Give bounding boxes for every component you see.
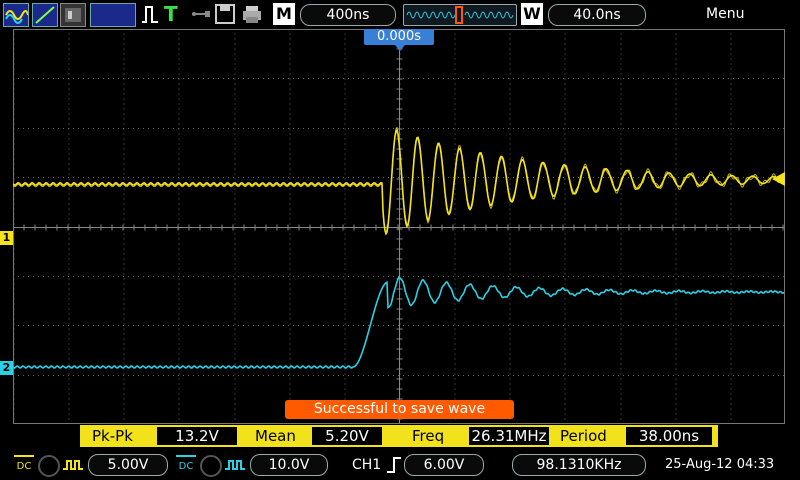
trigger-frequency: 98.1310KHz — [512, 454, 646, 476]
meas-freq-label: Freq — [412, 427, 445, 445]
meas-mean-label: Mean — [255, 427, 296, 445]
trigger-level-marker[interactable] — [772, 172, 785, 186]
trigger-time-value: 0.000s — [377, 29, 421, 44]
ch1-bw-icon[interactable] — [38, 455, 60, 477]
meas-pkpk-value: 13.2V — [157, 427, 237, 445]
ch1-wave-icon[interactable] — [3, 3, 29, 27]
trigger-time-pointer — [395, 45, 405, 51]
waveform-display[interactable] — [13, 29, 785, 424]
ch1-marker-label: 1 — [2, 231, 11, 244]
window-scale-value[interactable]: 40.0ns — [548, 4, 646, 26]
meas-period-value: 38.00ns — [626, 427, 712, 445]
save-status-message: Successful to save wave — [285, 400, 514, 419]
printer-icon[interactable] — [240, 3, 264, 25]
ch2-level-marker[interactable]: 2 — [0, 361, 13, 375]
trigger-edge-rising-icon[interactable] — [386, 456, 402, 474]
ch1-coupling-icon[interactable]: DC — [14, 455, 34, 477]
window-scale-label: W — [521, 3, 543, 25]
center-axes — [13, 29, 785, 424]
ch2-volts-div[interactable]: 10.0V — [250, 454, 328, 476]
time-scale-value[interactable]: 400ns — [300, 4, 396, 26]
graticule — [13, 29, 785, 424]
meas-freq-value: 26.31MHz — [469, 427, 549, 445]
save-disk-icon[interactable] — [214, 3, 236, 25]
menu-button[interactable]: Menu — [706, 6, 744, 22]
ch1-volts-div[interactable]: 5.00V — [88, 454, 168, 476]
ch1-level-marker[interactable]: 1 — [0, 231, 13, 245]
ch2-coupling-icon[interactable]: DC — [176, 455, 196, 477]
meas-mean-value: 5.20V — [312, 427, 382, 445]
memory-position-strip[interactable] — [403, 4, 517, 26]
meas-pkpk-label: Pk-Pk — [92, 427, 133, 445]
trigger-time-marker[interactable]: 0.000s — [364, 29, 434, 45]
display-mode-icon[interactable] — [60, 3, 86, 27]
trigger-source[interactable]: CH1 — [352, 457, 381, 473]
ch2-waveform — [13, 276, 785, 369]
pulse-trigger-icon[interactable] — [140, 3, 160, 25]
meas-period-label: Period — [560, 427, 607, 445]
ch2-invert-icon[interactable] — [224, 455, 246, 475]
ch1-waveform — [13, 129, 785, 236]
measurement-bar: Pk-Pk 13.2V Mean 5.20V Freq 26.31MHz Per… — [80, 425, 718, 447]
time-scale-label: M — [273, 3, 295, 25]
ramp-icon[interactable] — [32, 3, 58, 27]
ch2-coupling-text: DC — [178, 461, 194, 472]
date-time: 25-Aug-12 04:33 — [665, 457, 775, 472]
ch2-marker-label: 2 — [2, 361, 11, 374]
trigger-level-value[interactable]: 6.00V — [404, 454, 484, 476]
ch1-invert-icon[interactable] — [62, 455, 84, 475]
run-status-box[interactable] — [90, 3, 136, 27]
ch2-bw-icon[interactable] — [200, 455, 222, 477]
trigger-t-icon[interactable]: T — [164, 3, 184, 25]
usb-icon — [190, 3, 212, 25]
ch1-coupling-text: DC — [16, 461, 32, 472]
top-toolbar: T M 400ns W 40.0ns Menu — [0, 0, 800, 29]
